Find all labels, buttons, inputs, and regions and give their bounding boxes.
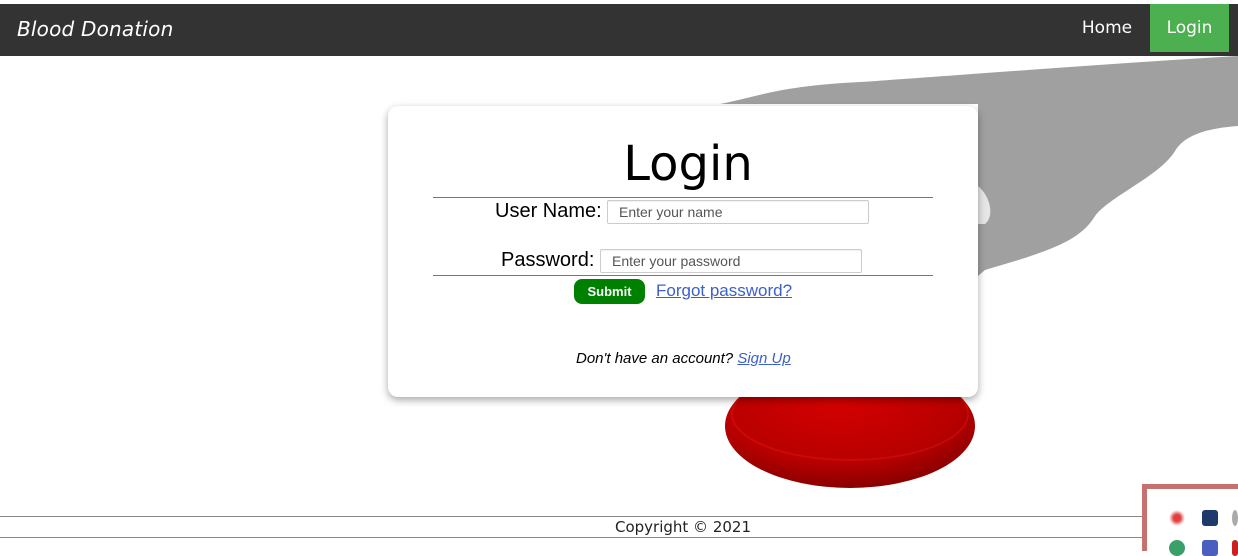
nav-link-home[interactable]: Home	[1070, 4, 1144, 52]
brand-title[interactable]: Blood Donation	[17, 17, 173, 41]
username-label: User Name:	[495, 200, 602, 222]
password-label: Password:	[501, 249, 595, 271]
system-tray-popup	[1142, 484, 1238, 556]
green-circle-icon[interactable]	[1169, 540, 1185, 556]
red-alert-icon[interactable]	[1232, 540, 1238, 556]
teams-icon[interactable]	[1202, 540, 1218, 556]
submit-button[interactable]: Submit	[574, 279, 645, 304]
dark-square-icon[interactable]	[1202, 510, 1218, 526]
username-input[interactable]	[607, 200, 869, 224]
password-input[interactable]	[600, 249, 862, 273]
signup-link[interactable]: Sign Up	[737, 350, 790, 367]
footer-divider-top	[0, 516, 1238, 517]
navbar: Blood Donation Home Login	[0, 4, 1238, 56]
signup-prompt: Don't have an account? Sign Up	[576, 350, 791, 367]
footer-divider-bottom	[0, 537, 1238, 538]
divider	[433, 197, 933, 198]
red-bug-icon[interactable]	[1169, 510, 1185, 526]
copyright-text: Copyright © 2021	[0, 518, 1238, 536]
copyright-label: Copyright © 2021	[614, 518, 751, 536]
nav-link-login[interactable]: Login	[1150, 4, 1229, 52]
login-card: Login User Name: Password: Submit Forgot…	[388, 106, 978, 397]
gray-dot-icon[interactable]	[1232, 510, 1238, 526]
forgot-password-link[interactable]: Forgot password?	[656, 281, 792, 301]
login-title: Login	[623, 136, 753, 192]
signup-prompt-text: Don't have an account?	[576, 350, 734, 367]
system-tray-panel	[1147, 489, 1238, 556]
divider	[433, 275, 933, 276]
